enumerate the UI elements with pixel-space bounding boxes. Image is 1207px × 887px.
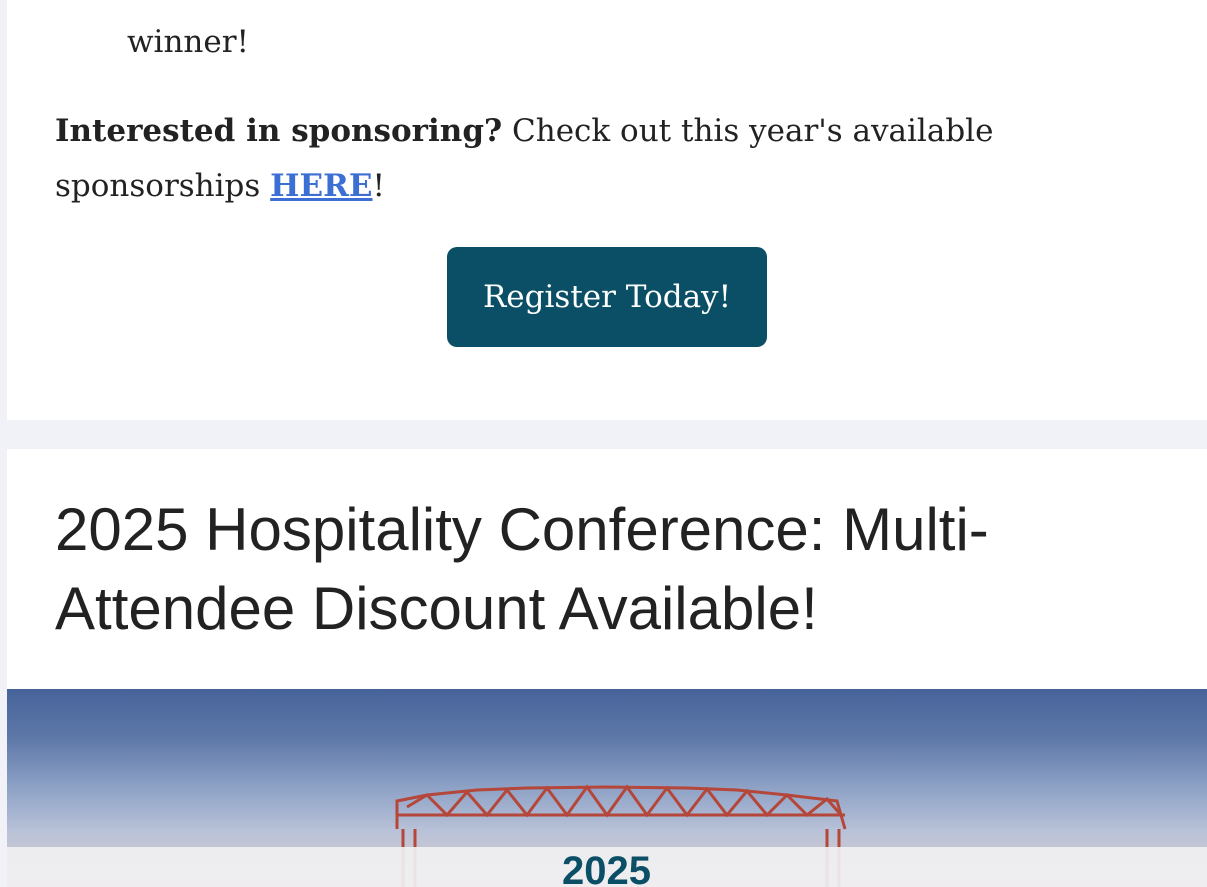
sponsor-end-punct: ! <box>372 168 385 204</box>
register-today-button[interactable]: Register Today! <box>447 247 767 347</box>
conference-hero-image: 2025 <box>7 689 1207 887</box>
hero-year-text: 2025 <box>562 849 651 887</box>
sponsorships-here-link[interactable]: HERE <box>270 168 372 204</box>
conference-title: 2025 Hospitality Conference: Multi-Atten… <box>55 496 989 642</box>
sponsorship-paragraph: Interested in sponsoring? Check out this… <box>55 104 1055 214</box>
sponsor-lead-text: Interested in sponsoring? <box>55 113 503 149</box>
winner-text: winner! <box>127 24 250 60</box>
